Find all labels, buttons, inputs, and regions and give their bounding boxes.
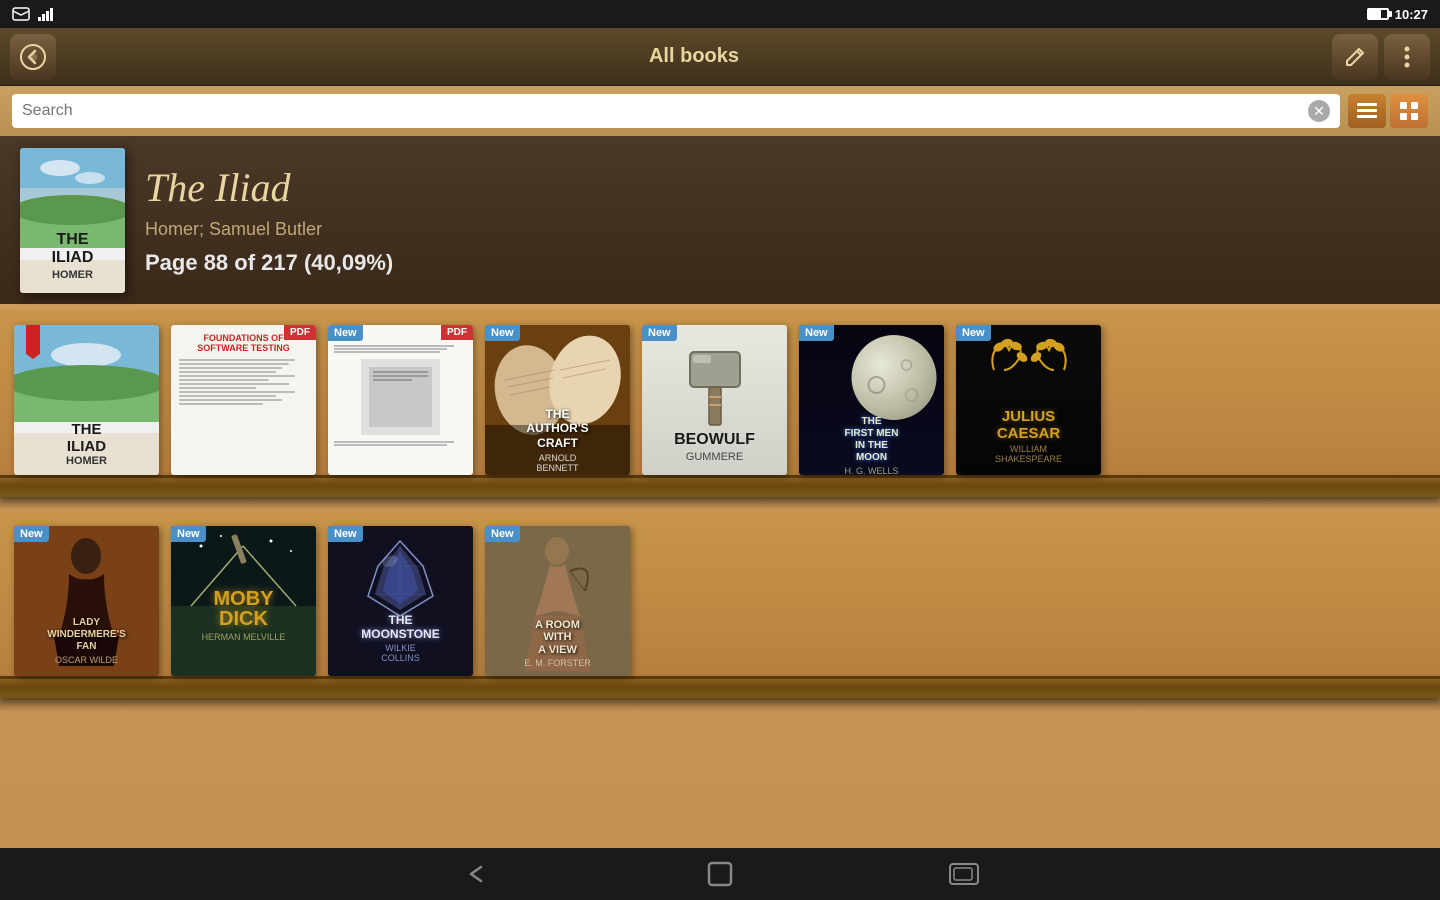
back-icon <box>19 43 47 71</box>
shelf-shadow-1 <box>0 497 1440 511</box>
status-bar: 10:27 <box>0 0 1440 28</box>
list-view-icon <box>1357 102 1377 120</box>
grid-view-icon <box>1400 102 1418 120</box>
nav-recent-icon <box>948 862 980 886</box>
search-input[interactable] <box>22 102 1308 120</box>
toolbar-right <box>1332 34 1430 80</box>
nav-home-button[interactable] <box>698 857 742 891</box>
book-iliad[interactable]: THEILIAD HOMER <box>14 325 159 475</box>
status-icons-right: 10:27 <box>1367 7 1428 22</box>
iliad-bookmark-small <box>26 325 40 359</box>
nav-recent-button[interactable] <box>942 857 986 891</box>
book-lady-windermere[interactable]: New LADYWINDERMERE'SFAN OSCAR WILDE <box>14 526 159 676</box>
toolbar-title: All books <box>56 45 1332 68</box>
shelf-plank-1 <box>0 475 1440 497</box>
bookshelf-2: New LADYWINDERMERE'SFAN OSCAR WILDE New <box>0 511 1440 712</box>
badge-new-abstract: New <box>328 325 363 341</box>
book-room-view[interactable]: New A ROOMWITHA VIEW E. M. FORSTER <box>485 526 630 676</box>
featured-book-cover: THEILIAD HOMER <box>20 148 125 293</box>
nav-back-icon <box>461 859 491 889</box>
moon-craters <box>851 335 936 420</box>
featured-book-title: The Iliad <box>145 164 1420 211</box>
shelf-plank-2 <box>0 676 1440 698</box>
list-view-button[interactable] <box>1348 94 1386 128</box>
more-icon <box>1404 46 1410 68</box>
book-beowulf[interactable]: New BEOWULF GUMMERE <box>642 325 787 475</box>
nav-bar <box>0 848 1440 900</box>
book-moby-dick[interactable]: New MOBYDICK <box>171 526 316 676</box>
shelf-2-books: New LADYWINDERMERE'SFAN OSCAR WILDE New <box>0 511 1440 676</box>
badge-new-authors-craft: New <box>485 325 520 341</box>
book-authors-craft[interactable]: New <box>485 325 630 475</box>
search-bar: ✕ <box>0 86 1440 136</box>
badge-new-room: New <box>485 526 520 542</box>
pdf-badge-foundations: PDF <box>284 325 316 340</box>
badge-new-beowulf: New <box>642 325 677 341</box>
featured-book-author: Homer; Samuel Butler <box>145 219 1420 240</box>
edit-button[interactable] <box>1332 34 1378 80</box>
julius-caesar-laurel <box>984 335 1074 405</box>
search-input-wrapper[interactable]: ✕ <box>12 94 1340 128</box>
featured-book-progress: Page 88 of 217 (40,09%) <box>145 250 1420 276</box>
battery-icon <box>1367 8 1389 20</box>
book-abstract-pdf[interactable]: New PDF <box>328 325 473 475</box>
book-first-men[interactable]: New THEFIRST MENIN THEMOON H. G. WELLS <box>799 325 944 475</box>
iliad-cover-art: THEILIAD HOMER <box>20 148 125 293</box>
book-julius-caesar[interactable]: New JULIUSCAESAR <box>956 325 1101 475</box>
bookshelf-1: THEILIAD HOMER PDF FOUNDATIONS OF SOFTWA… <box>0 310 1440 511</box>
book-moonstone[interactable]: New THEMOONSTONE WILKIECOLLINS <box>328 526 473 676</box>
shelf-shadow-2 <box>0 698 1440 712</box>
menu-button[interactable] <box>1384 34 1430 80</box>
nav-home-icon <box>706 860 734 888</box>
status-icons-left <box>12 7 58 21</box>
view-toggle-group <box>1348 94 1428 128</box>
toolbar: All books <box>0 28 1440 86</box>
badge-new-moby: New <box>171 526 206 542</box>
back-button[interactable] <box>10 34 56 80</box>
clock: 10:27 <box>1395 7 1428 22</box>
badge-new-lady: New <box>14 526 49 542</box>
nav-back-button[interactable] <box>454 857 498 891</box>
book-foundations[interactable]: PDF FOUNDATIONS OF SOFTWARE TESTING <box>171 325 316 475</box>
badge-new-moonstone: New <box>328 526 363 542</box>
shelf-1-books: THEILIAD HOMER PDF FOUNDATIONS OF SOFTWA… <box>0 310 1440 475</box>
main-content: THEILIAD HOMER The Iliad Homer; Samuel B… <box>0 136 1440 848</box>
badge-new-first-men: New <box>799 325 834 341</box>
featured-book-banner[interactable]: THEILIAD HOMER The Iliad Homer; Samuel B… <box>0 136 1440 304</box>
edit-icon <box>1343 45 1367 69</box>
signal-icon <box>38 7 58 21</box>
grid-view-button[interactable] <box>1390 94 1428 128</box>
search-clear-button[interactable]: ✕ <box>1308 100 1330 122</box>
notification-icon <box>12 7 30 21</box>
pdf-badge-abstract: PDF <box>441 325 473 340</box>
featured-book-info: The Iliad Homer; Samuel Butler Page 88 o… <box>145 164 1420 276</box>
beowulf-hammer-art <box>665 347 765 427</box>
badge-new-julius: New <box>956 325 991 341</box>
